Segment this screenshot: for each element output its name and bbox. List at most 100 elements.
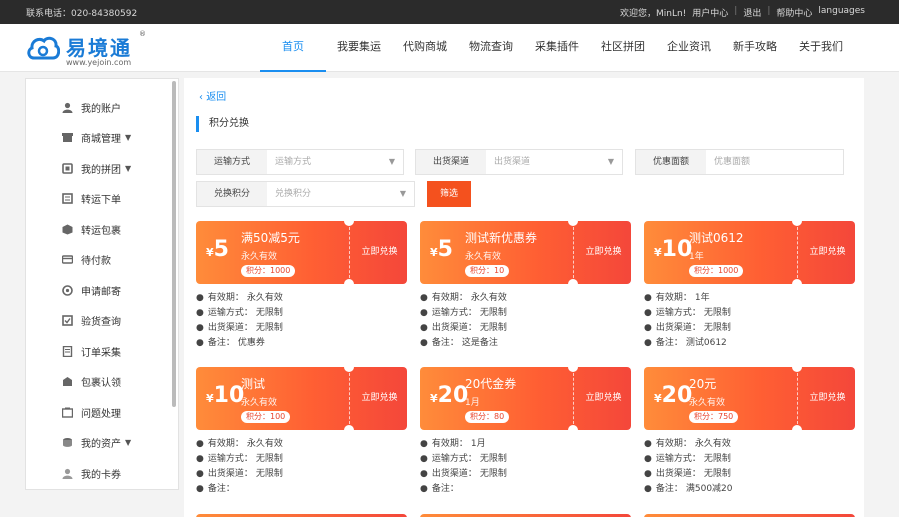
coupon-name: 20元	[689, 377, 717, 391]
detail-value: 无限制	[703, 454, 731, 464]
sidebar-item-apply-mail[interactable]: 申请邮寄	[61, 282, 121, 298]
detail-row: ● 运输方式： 无限制	[644, 306, 855, 321]
nav-item-shopping-mall[interactable]: 代购商城	[392, 24, 458, 72]
nav-item-group-buy[interactable]: 社区拼团	[590, 24, 656, 72]
sidebar-item-account[interactable]: 我的账户	[61, 99, 121, 115]
coupon-amount-value: 5	[213, 237, 229, 262]
coupon-ticket: ¥20 20元 永久有效 积分：750 立即兑换	[644, 367, 855, 430]
coupon-points: 积分：1000	[689, 265, 744, 277]
ticket-divider	[797, 373, 798, 424]
detail-key: 出货渠道：	[655, 323, 701, 333]
sidebar-item-group-buy[interactable]: 我的拼团 ▼	[61, 160, 131, 176]
nav-item-news[interactable]: 企业资讯	[656, 24, 722, 72]
currency-symbol: ¥	[206, 392, 214, 405]
chevron-down-icon: ▼	[399, 189, 406, 198]
redeem-button[interactable]: 立即兑换	[352, 221, 407, 284]
redeem-button[interactable]: 立即兑换	[800, 367, 855, 430]
coupon-amount-value: 10	[213, 383, 245, 408]
coupon-amount-value: 20	[661, 383, 693, 408]
transport-select[interactable]: 运输方式 ▼	[267, 150, 403, 174]
detail-key: 备注：	[207, 338, 235, 348]
filter-button[interactable]: 筛选	[427, 181, 471, 207]
detail-key: 运输方式：	[207, 308, 253, 318]
inspect-icon	[61, 314, 73, 326]
points-select-placeholder: 兑换积分	[275, 189, 312, 199]
redeem-button[interactable]: 立即兑换	[576, 367, 631, 430]
coupon-points: 积分：80	[465, 411, 510, 423]
separator: |	[767, 6, 771, 16]
caret-down-icon: ▼	[125, 163, 132, 173]
sidebar-item-inspection[interactable]: 验货查询	[61, 312, 121, 328]
detail-row: ● 有效期： 永久有效	[420, 291, 631, 306]
sidebar-item-label: 待付款	[81, 255, 111, 267]
detail-row: ● 出货渠道： 无限制	[644, 321, 855, 336]
detail-key: 出货渠道：	[431, 323, 477, 333]
sidebar-item-transfer-order[interactable]: 转运下单	[61, 190, 121, 206]
separator: |	[734, 6, 738, 16]
detail-key: 备注：	[207, 484, 235, 494]
coupon-validity: 永久有效	[241, 252, 278, 262]
detail-key: 备注：	[655, 484, 683, 494]
welcome-text: 欢迎您，MinLn!	[619, 9, 687, 19]
top-bar: 联系电话：020-84380592 欢迎您，MinLn! 用户中心 | 退出 |…	[0, 0, 899, 24]
help-center-link[interactable]: 帮助中心	[776, 6, 812, 19]
detail-row: ● 有效期： 1月	[420, 437, 631, 452]
detail-key: 有效期：	[655, 439, 692, 449]
redeem-button[interactable]: 立即兑换	[576, 221, 631, 284]
sidebar-item-transfer-package[interactable]: 转运包裹	[61, 221, 121, 237]
ticket-divider	[349, 373, 350, 424]
nav-item-home[interactable]: 首页	[260, 24, 326, 72]
nav-item-plugin[interactable]: 采集插件	[524, 24, 590, 72]
points-filter-label: 兑换积分	[197, 182, 267, 206]
coupon-name: 测试	[241, 377, 266, 391]
sidebar-item-pending-payment[interactable]: 待付款	[61, 251, 111, 267]
currency-symbol: ¥	[654, 392, 662, 405]
detail-row: ● 备注： 测试0612	[644, 336, 855, 351]
cloud-logo-icon	[27, 36, 60, 60]
languages-link[interactable]: languages	[818, 6, 865, 19]
sidebar-item-assets[interactable]: 我的资产 ▼	[61, 434, 131, 450]
coupon-amount-value: 20	[437, 383, 469, 408]
detail-value: 永久有效	[246, 293, 283, 303]
detail-key: 有效期：	[431, 293, 468, 303]
logout-link[interactable]: 退出	[743, 6, 761, 19]
coupon-card: ¥5 满50减5元 永久有效 积分：1000 立即兑换 ● 有效期： 永久有效 ● 运…	[196, 221, 407, 351]
nav-item-tracking[interactable]: 物流查询	[458, 24, 524, 72]
detail-value: 无限制	[255, 323, 283, 333]
logo-registered-mark: ®	[139, 30, 146, 38]
detail-value: 无限制	[255, 308, 283, 318]
face-value-select[interactable]: 优惠面额	[706, 150, 843, 174]
redeem-button[interactable]: 立即兑换	[352, 367, 407, 430]
sidebar-item-shop-manage[interactable]: 商城管理 ▼	[61, 129, 131, 145]
coupon-details: ● 有效期： 1月 ● 运输方式： 无限制 ● 出货渠道： 无限制 ● 备注：	[420, 437, 631, 497]
back-link[interactable]: ‹ 返回	[199, 88, 226, 103]
site-logo[interactable]: 易境通 ® www.yejoin.com	[26, 30, 166, 68]
coupon-ticket: ¥20 20代金券 1月 积分：80 立即兑换	[420, 367, 631, 430]
chevron-down-icon: ▼	[607, 157, 614, 166]
user-center-link[interactable]: 用户中心	[692, 6, 728, 19]
channel-select[interactable]: 出货渠道 ▼	[486, 150, 622, 174]
sidebar-item-problem[interactable]: 问题处理	[61, 404, 121, 420]
ticket-divider	[797, 227, 798, 278]
sidebar-item-order-collect[interactable]: 订单采集	[61, 343, 121, 359]
detail-row: ● 出货渠道： 无限制	[420, 321, 631, 336]
main-panel: ‹ 返回 积分兑换 运输方式 运输方式 ▼ 出货渠道 出货渠道 ▼ 优惠面额 优…	[184, 78, 864, 517]
detail-key: 有效期：	[207, 293, 244, 303]
detail-value: 永久有效	[470, 293, 507, 303]
sidebar-item-package-claim[interactable]: 包裹认领	[61, 373, 121, 389]
detail-row: ● 有效期： 永久有效	[196, 437, 407, 452]
transport-filter: 运输方式 运输方式 ▼	[196, 149, 404, 175]
nav-item-guide[interactable]: 新手攻略	[722, 24, 788, 72]
coupon-validity: 1月	[465, 398, 480, 408]
redeem-button[interactable]: 立即兑换	[800, 221, 855, 284]
nav-item-consolidation[interactable]: 我要集运	[326, 24, 392, 72]
nav-item-about[interactable]: 关于我们	[788, 24, 854, 72]
sidebar-item-label: 转运下单	[81, 194, 121, 206]
points-select[interactable]: 兑换积分 ▼	[267, 182, 414, 206]
sidebar-item-coupons[interactable]: 我的卡券	[61, 465, 121, 481]
sidebar-scrollbar[interactable]	[172, 81, 176, 407]
sidebar-item-label: 申请邮寄	[81, 286, 121, 298]
detail-row: ● 备注：	[420, 482, 631, 497]
coupon-amount-value: 10	[661, 237, 693, 262]
detail-value: 1年	[694, 293, 710, 303]
